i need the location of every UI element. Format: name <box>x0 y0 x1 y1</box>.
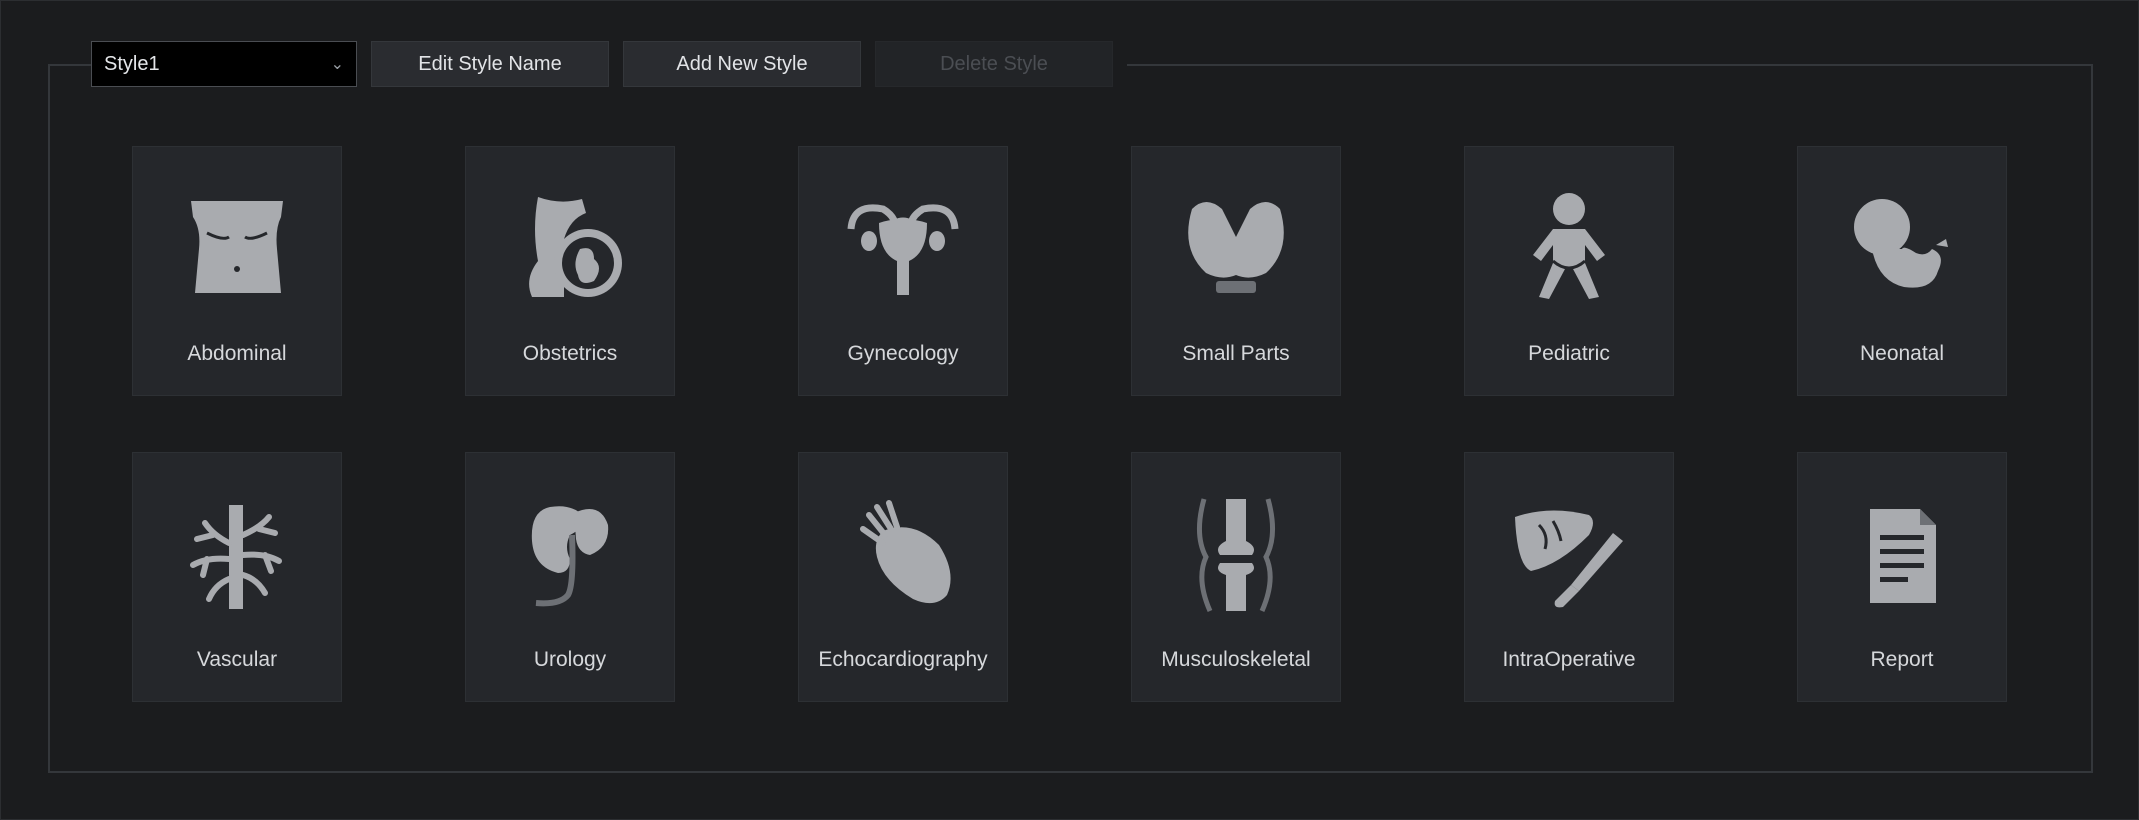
abdomen-icon <box>177 189 297 309</box>
preset-tile-musculoskeletal[interactable]: Musculoskeletal <box>1131 452 1341 702</box>
tile-label: Urology <box>533 648 607 671</box>
tile-label: Vascular <box>196 648 278 671</box>
tile-label: Gynecology <box>847 342 959 365</box>
knee-joint-icon <box>1176 495 1296 615</box>
style-toolbar: Style1 ⌄ Edit Style Name Add New Style D… <box>91 40 1127 88</box>
chevron-down-icon: ⌄ <box>330 56 344 73</box>
tile-label: Neonatal <box>1859 342 1945 365</box>
tile-label: Abdominal <box>187 342 287 365</box>
tile-label: Small Parts <box>1182 342 1290 365</box>
preset-tile-pediatric[interactable]: Pediatric <box>1464 146 1674 396</box>
preset-tile-urology[interactable]: Urology <box>465 452 675 702</box>
child-icon <box>1509 189 1629 309</box>
tile-label: Report <box>1870 648 1934 671</box>
style-select-value: Style1 <box>104 52 160 75</box>
uterus-icon <box>843 189 963 309</box>
thyroid-icon <box>1176 189 1296 309</box>
heart-icon <box>843 495 963 615</box>
pregnancy-icon <box>510 189 630 309</box>
preset-tile-echocardiography[interactable]: Echocardiography <box>798 452 1008 702</box>
add-new-style-button[interactable]: Add New Style <box>623 41 861 87</box>
preset-tile-vascular[interactable]: Vascular <box>132 452 342 702</box>
tile-label: Obstetrics <box>522 342 618 365</box>
preset-tile-report[interactable]: Report <box>1797 452 2007 702</box>
preset-tile-gynecology[interactable]: Gynecology <box>798 146 1008 396</box>
delete-style-button: Delete Style <box>875 41 1113 87</box>
liver-scalpel-icon <box>1509 495 1629 615</box>
document-icon <box>1842 495 1962 615</box>
kidney-icon <box>510 495 630 615</box>
tile-label: Echocardiography <box>818 648 988 671</box>
fetus-icon <box>1842 189 1962 309</box>
preset-tile-obstetrics[interactable]: Obstetrics <box>465 146 675 396</box>
preset-tile-neonatal[interactable]: Neonatal <box>1797 146 2007 396</box>
vessels-icon <box>177 495 297 615</box>
tile-label: Musculoskeletal <box>1161 648 1311 671</box>
preset-tile-small-parts[interactable]: Small Parts <box>1131 146 1341 396</box>
preset-tile-intraoperative[interactable]: IntraOperative <box>1464 452 1674 702</box>
preset-tile-abdominal[interactable]: Abdominal <box>132 146 342 396</box>
edit-style-name-button[interactable]: Edit Style Name <box>371 41 609 87</box>
style-select[interactable]: Style1 ⌄ <box>91 41 357 87</box>
tile-label: Pediatric <box>1528 342 1610 365</box>
tile-label: IntraOperative <box>1502 648 1636 671</box>
preset-group-box <box>48 64 2093 773</box>
